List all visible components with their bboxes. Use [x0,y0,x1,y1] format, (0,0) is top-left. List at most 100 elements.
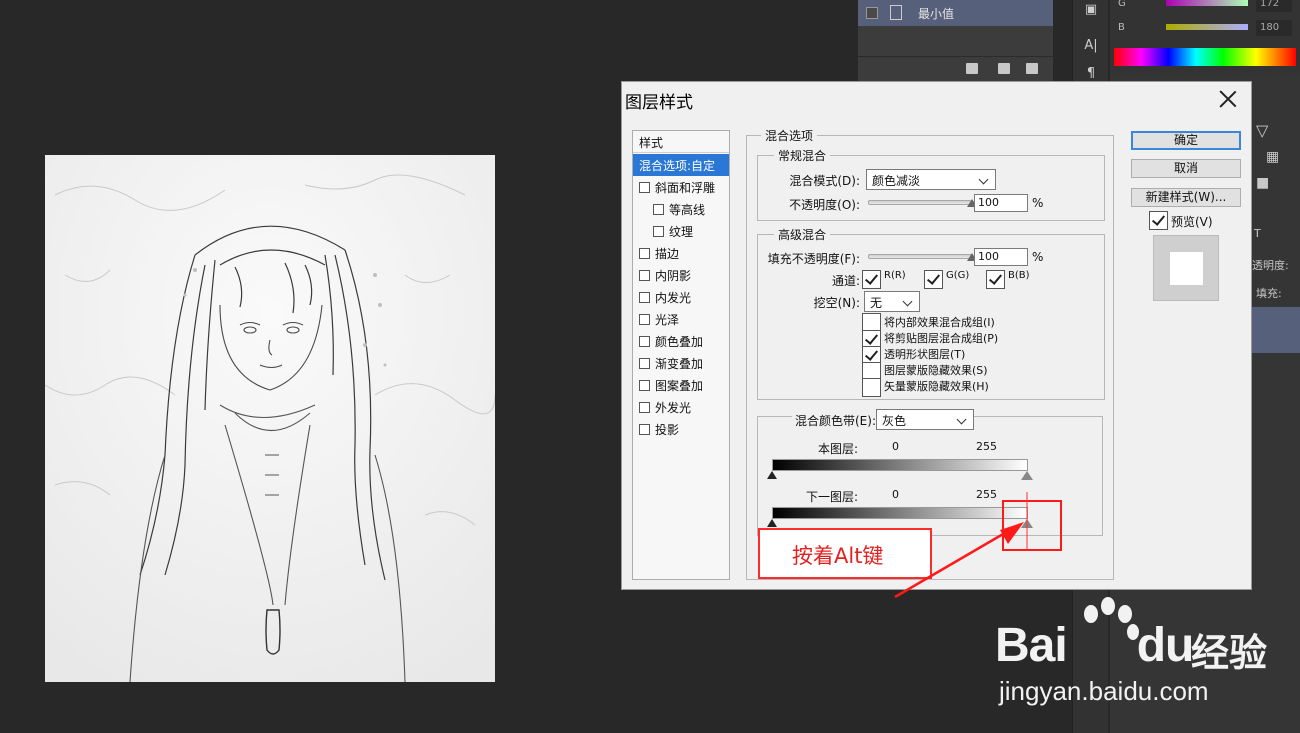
style-item-drop-shadow[interactable]: 投影 [633,418,729,440]
style-item-label: 内发光 [655,291,692,305]
checkbox[interactable] [639,380,650,391]
checkbox[interactable] [639,424,650,435]
color-panel: G 172 B 180 [1110,0,1300,75]
group-legend: 混合选项 [761,127,818,144]
channel-r-checkbox[interactable] [862,270,881,289]
text-tool-icon[interactable]: A| [1082,38,1100,54]
this-layer-min: 0 [892,440,899,453]
color-spectrum[interactable] [1114,48,1296,66]
layer-row[interactable]: 最小值 [858,0,1053,26]
new-style-button[interactable]: 新建样式(W)... [1131,188,1241,207]
b-slider[interactable] [1166,24,1248,30]
underlying-black-slider[interactable] [767,519,777,527]
new-layer-icon[interactable] [966,63,978,74]
style-item-color-overlay[interactable]: 颜色叠加 [633,330,729,352]
style-item-contour[interactable]: 等高线 [633,198,729,220]
checkbox[interactable] [653,204,664,215]
channel-b-checkbox[interactable] [986,270,1005,289]
g-slider-row: G 172 [1118,0,1298,14]
pencil-sketch-image [45,155,495,682]
style-item-gradient-overlay[interactable]: 渐变叠加 [633,352,729,374]
this-layer-gradient [772,459,1028,471]
preview-label: 预览(V) [1171,215,1213,229]
close-icon[interactable] [1217,88,1239,110]
this-layer-black-slider[interactable] [767,471,777,479]
g-slider[interactable] [1166,0,1248,6]
cancel-button[interactable]: 取消 [1131,159,1241,178]
checkbox[interactable] [639,314,650,325]
checkmark-icon [864,271,879,285]
annotation-label: 按着Alt键 [758,528,932,579]
triangle-icon[interactable]: ▽ [1256,121,1268,140]
channel-g-label: G(G) [946,270,970,281]
underlying-max: 255 [976,488,997,501]
style-item-label: 纹理 [669,225,694,239]
option-checkbox-vector-mask-hides[interactable] [862,378,881,397]
percent-sign: % [1032,250,1044,264]
opacity-input[interactable]: 100 [974,194,1028,212]
baidu-watermark: Bai du 经验 jingyan.baidu.com [995,590,1295,720]
ok-button[interactable]: 确定 [1131,131,1241,150]
knockout-label: 挖空(N): [813,296,860,310]
g-value[interactable]: 172 [1256,0,1292,12]
blend-mode-select[interactable]: 颜色减淡 [866,169,996,190]
chevron-down-icon [978,174,989,185]
b-value[interactable]: 180 [1256,20,1292,36]
option-label: 透明形状图层(T) [884,348,966,361]
style-item-blending-options[interactable]: 混合选项:自定 [633,154,729,176]
styles-list: 样式 混合选项:自定 斜面和浮雕 等高线 纹理 描边 内阴影 内发光 光泽 颜色… [632,130,730,580]
style-item-pattern-overlay[interactable]: 图案叠加 [633,374,729,396]
style-item-satin[interactable]: 光泽 [633,308,729,330]
visibility-toggle[interactable] [866,7,878,19]
style-item-label: 投影 [655,423,680,437]
channel-g-checkbox[interactable] [924,270,943,289]
square-icon[interactable]: ■ [1256,175,1269,191]
styles-header[interactable]: 样式 [633,131,729,153]
checkbox[interactable] [639,336,650,347]
watermark-url: jingyan.baidu.com [999,676,1209,706]
select-value: 灰色 [882,414,907,428]
panel-tool-icon[interactable]: ▣ [1082,2,1100,18]
g-label: G [1118,0,1126,9]
fill-label: 填充: [1256,287,1282,300]
checkbox[interactable] [639,248,650,259]
checkmark-icon [864,347,879,361]
checkbox[interactable] [639,402,650,413]
paragraph-icon[interactable]: ¶ [1082,66,1100,82]
canvas-image [45,155,495,682]
camera-icon[interactable] [998,63,1010,74]
fill-opacity-label: 填充不透明度(F): [767,252,860,266]
blend-if-select[interactable]: 灰色 [876,409,974,430]
style-item-bevel-emboss[interactable]: 斜面和浮雕 [633,176,729,198]
this-layer-max: 255 [976,440,997,453]
style-item-stroke[interactable]: 描边 [633,242,729,264]
dialog-title: 图层样式 [625,93,693,113]
checkbox[interactable] [639,270,650,281]
fill-opacity-slider-track[interactable] [868,254,972,259]
checkmark-icon [988,271,1003,285]
this-layer-label: 本图层: [817,442,858,456]
preview-checkbox[interactable] [1149,211,1168,230]
b-label: B [1118,22,1125,33]
trash-icon[interactable] [1026,63,1038,74]
opacity-slider-track[interactable] [868,200,972,205]
checkbox[interactable] [639,292,650,303]
checkbox[interactable] [639,358,650,369]
select-value: 颜色减淡 [872,174,921,188]
underlying-layer-label: 下一图层: [805,490,858,504]
checkbox[interactable] [653,226,664,237]
style-item-texture[interactable]: 纹理 [633,220,729,242]
b-slider-row: B 180 [1118,20,1298,38]
style-item-inner-glow[interactable]: 内发光 [633,286,729,308]
option-label: 图层蒙版隐藏效果(S) [884,364,988,377]
fill-opacity-input[interactable]: 100 [974,248,1028,266]
checkbox[interactable] [639,182,650,193]
knockout-select[interactable]: 无 [864,291,920,312]
selected-layer-highlight[interactable] [1250,307,1300,353]
this-layer-white-slider[interactable] [1021,471,1033,480]
grid-icon[interactable]: ▦ [1266,149,1279,165]
style-item-outer-glow[interactable]: 外发光 [633,396,729,418]
checkmark-icon [926,271,941,285]
style-item-inner-shadow[interactable]: 内阴影 [633,264,729,286]
option-label: 矢量蒙版隐藏效果(H) [884,380,989,393]
